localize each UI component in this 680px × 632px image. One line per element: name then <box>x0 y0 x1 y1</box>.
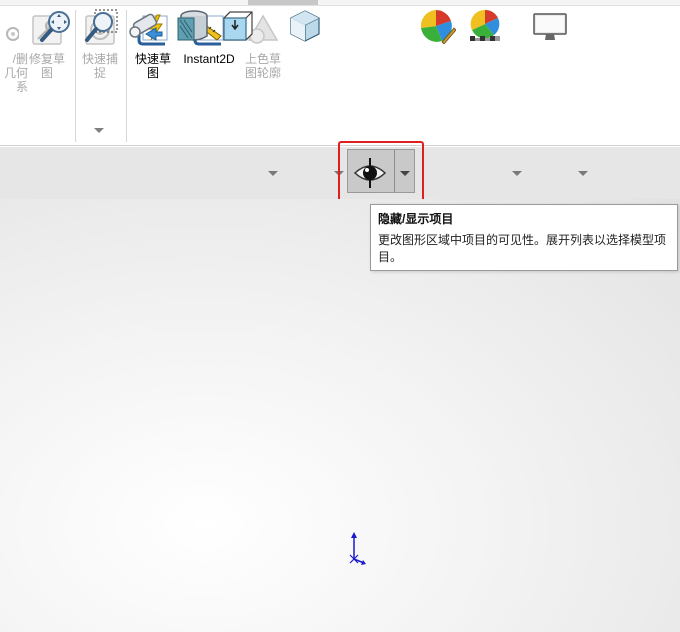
hide-show-tooltip: 隐藏/显示项目 更改图形区域中项目的可见性。展开列表以选择模型项目。 <box>370 204 678 271</box>
previous-view-button[interactable] <box>128 8 164 44</box>
zoom-to-fit-button[interactable] <box>38 8 74 44</box>
zoom-to-area-button[interactable] <box>83 8 119 44</box>
repair-sketch-label: 修复草 图 <box>28 52 65 80</box>
section-view-button[interactable] <box>174 8 210 44</box>
ribbon-scroll-thumb[interactable] <box>248 0 318 5</box>
view-orientation-dropdown-arrow[interactable] <box>268 171 278 176</box>
rapid-sketch-label: 快速草 图 <box>134 52 171 80</box>
instant2d-label: Instant2D <box>183 52 235 66</box>
hide-show-split-divider <box>394 150 395 192</box>
quick-snaps-dropdown-arrow[interactable] <box>94 128 104 133</box>
zoom-to-area-icon <box>85 9 118 42</box>
triad-icon <box>349 532 366 565</box>
tooltip-description: 更改图形区域中项目的可见性。展开列表以选择模型项目。 <box>378 233 667 264</box>
zoom-to-fit-icon <box>40 11 70 42</box>
tooltip-title: 隐藏/显示项目 <box>378 212 454 226</box>
view-settings-dropdown-arrow[interactable] <box>578 171 588 176</box>
edit-appearance-button[interactable] <box>420 8 456 44</box>
section-view-icon <box>177 10 208 41</box>
relations-icon <box>0 12 20 48</box>
monitor-icon <box>533 13 567 40</box>
shaded-contours-label: 上色草 图轮廓 <box>244 52 281 80</box>
apply-scene-dropdown-arrow[interactable] <box>512 171 522 176</box>
ribbon-top-strip <box>0 0 680 6</box>
view-orientation-icon <box>223 11 253 41</box>
quick-snaps-label: 快速捕 捉 <box>81 52 118 80</box>
display-style-button[interactable] <box>287 8 323 44</box>
apply-scene-button[interactable] <box>467 8 503 44</box>
view-orientation-button[interactable] <box>220 8 256 44</box>
hide-show-dropdown-arrow[interactable] <box>400 171 410 176</box>
origin-triad <box>346 531 370 567</box>
display-style-icon <box>290 10 320 42</box>
view-settings-button[interactable] <box>532 8 568 44</box>
previous-view-icon <box>129 13 163 41</box>
eye-icon <box>353 158 387 188</box>
apply-scene-icon <box>470 9 500 41</box>
edit-appearance-icon <box>420 10 456 44</box>
hide-show-items-main[interactable] <box>352 155 388 191</box>
